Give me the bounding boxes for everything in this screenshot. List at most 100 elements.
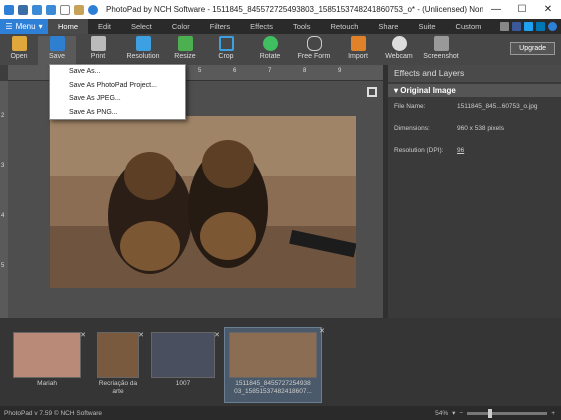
thumbnail-item[interactable]: ✕ Recriação da arte	[96, 332, 144, 396]
close-button[interactable]: ✕	[535, 4, 561, 15]
save-label: Save	[49, 53, 65, 60]
zoom-in-button[interactable]: +	[551, 410, 555, 417]
ruler-tick-label: 6	[233, 68, 237, 74]
tab-filters[interactable]: Filters	[200, 19, 240, 34]
free-form-label: Free Form	[297, 53, 331, 60]
zoom-value: 54%	[435, 409, 449, 417]
save-as-item[interactable]: Save As...	[50, 65, 185, 79]
title-bar: PhotoPad by NCH Software - 1511845_84557…	[0, 0, 561, 19]
original-image-section[interactable]: ▾ Original Image	[388, 84, 561, 97]
crop-icon	[218, 36, 234, 51]
photo-image[interactable]	[50, 116, 356, 288]
undo-icon[interactable]	[32, 4, 42, 15]
ribbon-tab-bar: ☰ Menu ▾ Home Edit Select Color Filters …	[0, 19, 561, 34]
ribbon-toolbar: Open Save Print Resolution Resize Crop R…	[0, 34, 561, 65]
save-button[interactable]: Save	[38, 36, 76, 65]
tab-effects[interactable]: Effects	[240, 19, 283, 34]
file-name-value: 1511845_845...60753_o.jpg	[457, 103, 538, 110]
menu-button[interactable]: ☰ Menu ▾	[0, 19, 48, 34]
import-icon	[350, 36, 366, 51]
zoom-dropdown-icon[interactable]: ▾	[452, 409, 455, 417]
upgrade-button[interactable]: Upgrade	[510, 42, 555, 55]
minimize-button[interactable]: —	[483, 4, 509, 15]
panel-title: Effects and Layers	[388, 65, 561, 82]
save-as-png-item[interactable]: Save As PNG...	[50, 106, 185, 120]
resolution-link[interactable]: 96	[457, 147, 464, 154]
tab-suite[interactable]: Suite	[408, 19, 445, 34]
help-icon[interactable]	[548, 22, 557, 31]
dimensions-value: 960 x 538 pixels	[457, 125, 504, 132]
section-title: Original Image	[400, 86, 456, 95]
save-dropdown-menu: Save As... Save As PhotoPad Project... S…	[49, 64, 186, 120]
window-title: PhotoPad by NCH Software - 1511845_84557…	[106, 5, 483, 14]
tab-color[interactable]: Color	[162, 19, 200, 34]
zoom-slider[interactable]	[467, 408, 548, 418]
maximize-button[interactable]: ☐	[509, 4, 535, 15]
thumbs-up-icon[interactable]	[500, 22, 509, 31]
floppy-disk-icon	[49, 36, 65, 51]
twitter-icon[interactable]	[524, 22, 533, 31]
chevron-down-icon: ▾	[38, 22, 43, 31]
thumbnail-image	[13, 332, 81, 378]
file-name-label: File Name:	[394, 103, 426, 110]
ruler-tick-label: 5	[1, 263, 5, 269]
zoom-slider-thumb[interactable]	[487, 408, 492, 418]
ruler-tick-label: 7	[268, 68, 272, 74]
tab-select[interactable]: Select	[121, 19, 162, 34]
screenshot-button[interactable]: Screenshot	[418, 36, 464, 60]
menu-label: Menu	[15, 22, 36, 31]
open-label: Open	[10, 53, 28, 60]
redo-icon[interactable]	[46, 4, 56, 15]
ruler-tick-label: 5	[198, 68, 202, 74]
crop-label: Crop	[218, 53, 234, 60]
thumbnail-image	[229, 332, 317, 378]
free-form-button[interactable]: Free Form	[292, 36, 336, 60]
tab-share[interactable]: Share	[368, 19, 408, 34]
facebook-icon[interactable]	[512, 22, 521, 31]
print-button[interactable]: Print	[76, 36, 120, 60]
effects-layers-panel: Effects and Layers ▾ Original Image File…	[388, 65, 561, 318]
help-icon[interactable]	[88, 4, 98, 15]
close-icon[interactable]: ✕	[214, 331, 220, 339]
zoom-out-button[interactable]: −	[459, 410, 463, 417]
ruler-tick-label: 2	[1, 113, 5, 119]
import-label: Import	[348, 53, 368, 60]
resolution-icon	[135, 36, 151, 51]
thumbnail-item-selected[interactable]: ✕ 1511845_8455727254938 03_1585153748241…	[224, 327, 325, 403]
rotate-button[interactable]: Rotate	[248, 36, 292, 60]
save-icon[interactable]	[18, 4, 28, 15]
screenshot-icon	[433, 36, 449, 51]
close-icon[interactable]: ✕	[319, 327, 325, 335]
app-icon	[4, 4, 14, 15]
resize-icon	[177, 36, 193, 51]
screenshot-label: Screenshot	[423, 53, 459, 60]
tab-retouch[interactable]: Retouch	[320, 19, 368, 34]
zoom-controls: 54% ▾ − +	[435, 408, 561, 418]
resize-button[interactable]: Resize	[166, 36, 204, 60]
rotate-label: Rotate	[259, 53, 281, 60]
print-label: Print	[90, 53, 106, 60]
tab-edit[interactable]: Edit	[88, 19, 121, 34]
tab-custom[interactable]: Custom	[446, 19, 492, 34]
close-icon[interactable]: ✕	[138, 331, 144, 339]
tab-tools[interactable]: Tools	[283, 19, 321, 34]
thumbnail-item[interactable]: ✕ Mariah	[12, 332, 86, 388]
linkedin-icon[interactable]	[536, 22, 545, 31]
paste-icon[interactable]	[74, 4, 84, 15]
close-icon[interactable]: ✕	[80, 331, 86, 339]
webcam-button[interactable]: Webcam	[380, 36, 418, 60]
hamburger-icon: ☰	[5, 22, 13, 31]
ruler-tick-label: 3	[1, 163, 5, 169]
import-button[interactable]: Import	[336, 36, 380, 60]
crop-button[interactable]: Crop	[204, 36, 248, 60]
save-as-project-item[interactable]: Save As PhotoPad Project...	[50, 79, 185, 93]
copy-icon[interactable]	[60, 4, 70, 15]
thumbnail-item[interactable]: ✕ 1007	[150, 332, 220, 388]
thumbnail-image	[97, 332, 139, 378]
tab-home[interactable]: Home	[48, 19, 89, 34]
fullscreen-icon[interactable]	[367, 87, 377, 97]
resolution-button[interactable]: Resolution	[120, 36, 166, 60]
save-as-jpeg-item[interactable]: Save As JPEG...	[50, 92, 185, 106]
open-button[interactable]: Open	[0, 36, 38, 60]
free-form-icon	[306, 36, 322, 51]
